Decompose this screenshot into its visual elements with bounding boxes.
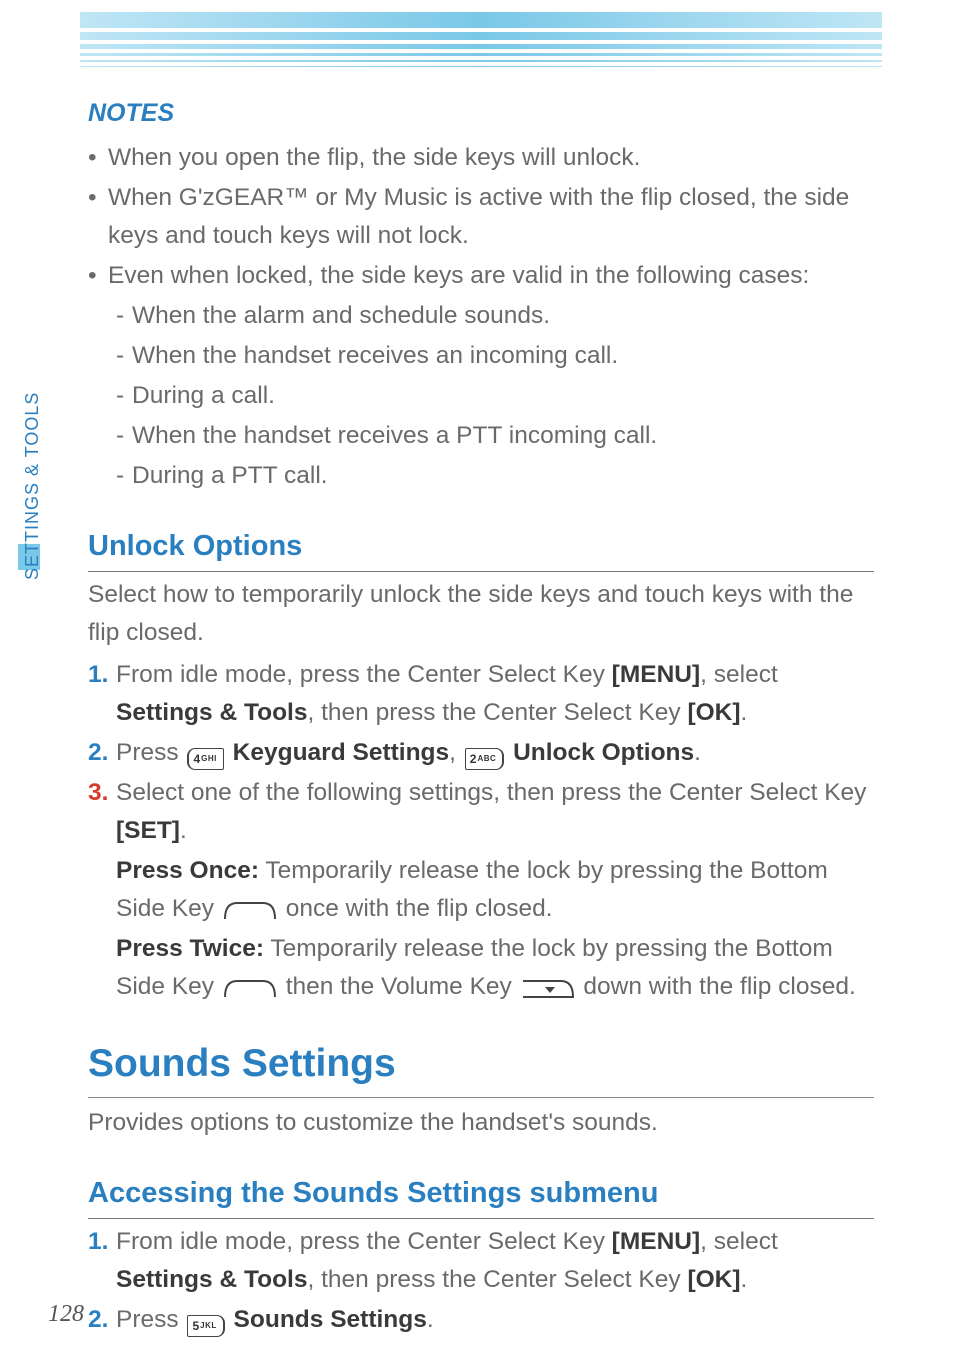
key-4-icon: 4GHI bbox=[187, 748, 223, 770]
page-number: 128 bbox=[48, 1301, 84, 1328]
notes-bullet: Even when locked, the side keys are vali… bbox=[88, 257, 874, 295]
key-5-icon: 5JKL bbox=[187, 1315, 224, 1337]
text: . bbox=[741, 699, 748, 726]
keyguard-settings-label: Keyguard Settings bbox=[226, 739, 449, 766]
menu-key-label: [MENU] bbox=[612, 1228, 700, 1255]
notes-sub-bullet: When the handset receives an incoming ca… bbox=[88, 337, 874, 375]
text: , bbox=[449, 739, 463, 766]
unlock-options-label: Unlock Options bbox=[506, 739, 694, 766]
sounds-lead: Provides options to customize the handse… bbox=[88, 1104, 874, 1142]
header-decoration bbox=[80, 12, 882, 80]
text: Select one of the following settings, th… bbox=[116, 779, 866, 806]
text: . bbox=[741, 1266, 748, 1293]
volume-key-down-icon bbox=[521, 977, 575, 999]
text: . bbox=[427, 1306, 434, 1333]
press-twice-label: Press Twice: bbox=[116, 935, 264, 962]
notes-bullet: When you open the flip, the side keys wi… bbox=[88, 139, 874, 177]
step-number: 3. bbox=[88, 774, 108, 812]
text: . bbox=[694, 739, 701, 766]
notes-bullet: When G'zGEAR™ or My Music is active with… bbox=[88, 179, 874, 255]
content: NOTES When you open the flip, the side k… bbox=[80, 0, 874, 1339]
text: , select bbox=[700, 661, 778, 688]
press-once-option: Press Once: Temporarily release the lock… bbox=[88, 852, 874, 928]
set-key-label: [SET] bbox=[116, 817, 180, 844]
step-number: 2. bbox=[88, 1301, 108, 1339]
step-number: 1. bbox=[88, 1223, 108, 1261]
step-number: 1. bbox=[88, 656, 108, 694]
sounds-settings-label: Sounds Settings bbox=[227, 1306, 427, 1333]
ok-key-label: [OK] bbox=[687, 699, 740, 726]
press-once-label: Press Once: bbox=[116, 857, 259, 884]
text: once with the flip closed. bbox=[286, 895, 553, 922]
bottom-side-key-icon bbox=[223, 977, 277, 999]
unlock-step-2: 2. Press 4GHI Keyguard Settings, 2ABC Un… bbox=[88, 734, 874, 772]
ok-key-label: [OK] bbox=[687, 1266, 740, 1293]
text: down with the flip closed. bbox=[583, 973, 855, 1000]
sounds-submenu-heading: Accessing the Sounds Settings submenu bbox=[88, 1171, 874, 1219]
text: , select bbox=[700, 1228, 778, 1255]
text: Press bbox=[116, 739, 185, 766]
sounds-step-2: 2. Press 5JKL Sounds Settings. bbox=[88, 1301, 874, 1339]
settings-tools-label: Settings & Tools bbox=[116, 1266, 307, 1293]
unlock-step-1: 1. From idle mode, press the Center Sele… bbox=[88, 656, 874, 732]
text: From idle mode, press the Center Select … bbox=[116, 661, 612, 688]
text: , then press the Center Select Key bbox=[307, 1266, 687, 1293]
sounds-step-1: 1. From idle mode, press the Center Sele… bbox=[88, 1223, 874, 1299]
press-twice-option: Press Twice: Temporarily release the loc… bbox=[88, 930, 874, 1006]
menu-key-label: [MENU] bbox=[612, 661, 700, 688]
sounds-settings-heading: Sounds Settings bbox=[88, 1034, 874, 1097]
settings-tools-label: Settings & Tools bbox=[116, 699, 307, 726]
bottom-side-key-icon bbox=[223, 899, 277, 921]
text: . bbox=[180, 817, 187, 844]
key-2-icon: 2ABC bbox=[465, 748, 505, 770]
notes-sub-bullet: When the handset receives a PTT incoming… bbox=[88, 417, 874, 455]
unlock-lead: Select how to temporarily unlock the sid… bbox=[88, 576, 874, 652]
unlock-step-3: 3. Select one of the following settings,… bbox=[88, 774, 874, 850]
notes-sub-bullet: During a call. bbox=[88, 377, 874, 415]
side-section-label: SETTINGS & TOOLS bbox=[22, 392, 43, 580]
text: From idle mode, press the Center Select … bbox=[116, 1228, 612, 1255]
notes-sub-bullet: During a PTT call. bbox=[88, 457, 874, 495]
notes-heading: NOTES bbox=[88, 94, 874, 133]
text: then the Volume Key bbox=[286, 973, 519, 1000]
notes-sub-bullet: When the alarm and schedule sounds. bbox=[88, 297, 874, 335]
unlock-options-heading: Unlock Options bbox=[88, 524, 874, 572]
text: Press bbox=[116, 1306, 185, 1333]
step-number: 2. bbox=[88, 734, 108, 772]
page: SETTINGS & TOOLS NOTES When you open the… bbox=[0, 0, 954, 1358]
text: , then press the Center Select Key bbox=[307, 699, 687, 726]
